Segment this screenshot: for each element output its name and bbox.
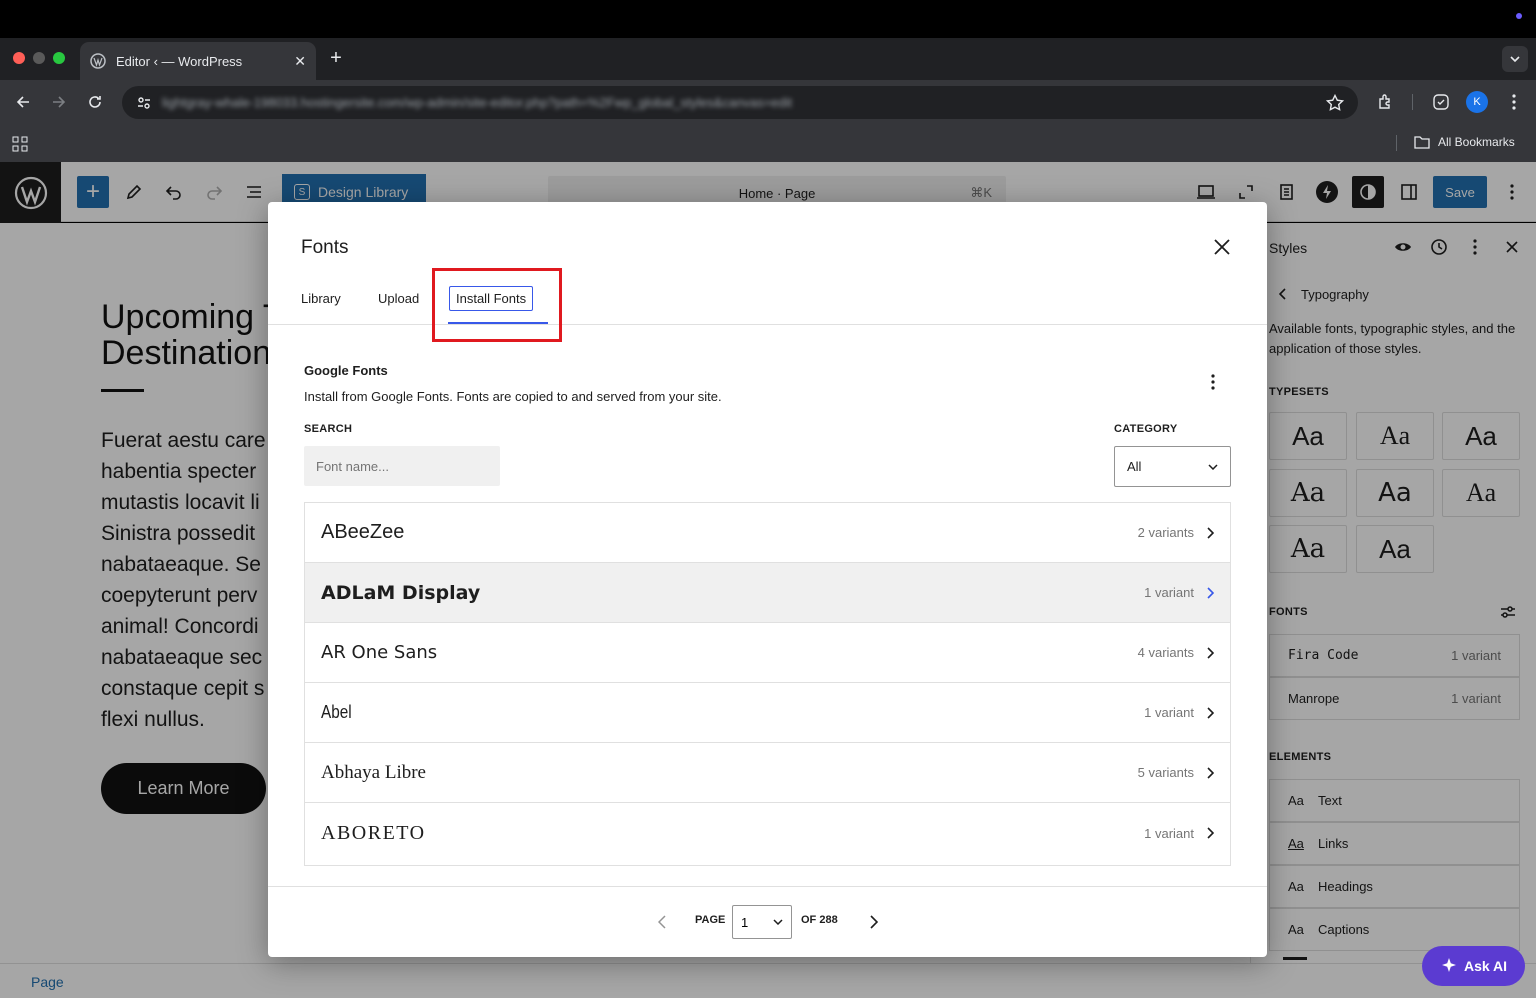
page-select[interactable]: 1: [732, 905, 792, 939]
all-bookmarks-label: All Bookmarks: [1438, 135, 1515, 149]
tab-search-button[interactable]: [1502, 46, 1528, 72]
folder-icon: [1414, 136, 1430, 149]
page-label: PAGE: [695, 914, 726, 926]
highlight-annotation: [432, 268, 562, 342]
chevron-down-icon: [1208, 463, 1218, 470]
font-row-abeezee[interactable]: ABeeZee 2 variants: [305, 503, 1230, 563]
tab-upload[interactable]: Upload: [378, 291, 419, 306]
arrow-left-icon: [16, 96, 29, 108]
minimize-window-button[interactable]: [33, 52, 45, 64]
profile-avatar[interactable]: K: [1466, 91, 1488, 113]
maximize-window-button[interactable]: [53, 52, 65, 64]
font-name: ABeeZee: [321, 521, 405, 543]
url-text: lightgray-whale-198033.hostingersite.com…: [162, 95, 793, 110]
bookmarks-bar: All Bookmarks: [0, 124, 1536, 162]
tabs-divider: [268, 324, 1267, 325]
tab-title: Editor ‹ — WordPress: [116, 53, 243, 69]
reload-button[interactable]: [84, 91, 106, 113]
font-row-adlam-display[interactable]: ADLaM Display 1 variant: [305, 563, 1230, 623]
total-pages: OF 288: [801, 914, 838, 926]
current-page: 1: [741, 914, 749, 930]
modal-footer-divider: [268, 886, 1267, 887]
status-dot: [1516, 13, 1522, 19]
tab-library[interactable]: Library: [301, 291, 341, 306]
category-label: CATEGORY: [1114, 423, 1178, 435]
reload-icon: [89, 96, 101, 108]
font-search-field[interactable]: [304, 446, 500, 486]
font-row-aboreto[interactable]: ABORETO 1 variant: [305, 803, 1230, 863]
font-row-abhaya-libre[interactable]: Abhaya Libre 5 variants: [305, 743, 1230, 803]
chevron-right-icon: [1207, 646, 1214, 659]
chevron-right-icon: [870, 915, 878, 929]
font-name: AR One Sans: [321, 642, 438, 663]
chevron-left-icon: [658, 915, 666, 929]
font-row-abel[interactable]: Abel 1 variant: [305, 683, 1230, 743]
font-row-ar-one-sans[interactable]: AR One Sans 4 variants: [305, 623, 1230, 683]
close-tab-icon[interactable]: ✕: [294, 53, 306, 70]
modal-title: Fonts: [301, 237, 349, 258]
sparkle-icon: [1441, 958, 1456, 972]
fonts-modal: Fonts Library Upload Install Fonts Googl…: [268, 202, 1267, 957]
extension-shield-icon[interactable]: [1430, 91, 1452, 113]
arrow-right-icon: [53, 96, 66, 108]
back-button[interactable]: [12, 91, 34, 113]
google-fonts-description: Install from Google Fonts. Fonts are cop…: [304, 389, 722, 404]
site-info-icon[interactable]: [136, 95, 152, 111]
font-name: ABORETO: [321, 821, 426, 844]
font-list: ABeeZee 2 variants ADLaM Display 1 varia…: [304, 502, 1231, 866]
next-page-button[interactable]: [864, 912, 884, 932]
address-bar[interactable]: lightgray-whale-198033.hostingersite.com…: [122, 86, 1358, 119]
chevron-right-icon: [1207, 827, 1214, 839]
toolbar-divider: [1412, 94, 1413, 110]
chevron-down-icon: [1510, 56, 1520, 63]
browser-tab[interactable]: Editor ‹ — WordPress ✕: [80, 42, 316, 80]
ask-ai-label: Ask AI: [1463, 958, 1508, 974]
browser-menu-icon[interactable]: [1503, 91, 1525, 113]
close-icon: [1214, 239, 1230, 255]
bookmarks-divider: [1396, 135, 1397, 151]
ask-ai-button[interactable]: Ask AI: [1422, 946, 1525, 986]
wordpress-favicon-icon: [90, 53, 106, 69]
category-select[interactable]: All: [1114, 446, 1231, 487]
category-value: All: [1127, 459, 1142, 474]
chevron-right-icon: [1207, 706, 1214, 719]
chevron-right-icon: [1207, 586, 1214, 599]
chevron-right-icon: [1207, 766, 1214, 779]
all-bookmarks-button[interactable]: All Bookmarks: [1414, 135, 1515, 149]
google-fonts-options-button[interactable]: [1203, 372, 1223, 392]
extensions-icon[interactable]: [1375, 91, 1397, 113]
font-variants: 1 variant: [1144, 825, 1194, 841]
font-name: Abel: [321, 702, 352, 722]
forward-button[interactable]: [48, 91, 70, 113]
new-tab-button[interactable]: +: [326, 46, 346, 70]
google-fonts-heading: Google Fonts: [304, 363, 388, 378]
font-search-input[interactable]: [316, 458, 492, 474]
os-top-bar: [0, 0, 1536, 38]
close-window-button[interactable]: [13, 52, 25, 64]
chevron-down-icon: [773, 919, 783, 925]
bookmark-star-icon[interactable]: [1326, 93, 1344, 112]
font-variants: 1 variant: [1144, 585, 1194, 600]
close-modal-button[interactable]: [1210, 235, 1234, 259]
previous-page-button[interactable]: [652, 912, 672, 932]
font-name: Abhaya Libre: [321, 761, 426, 783]
more-vertical-icon: [1211, 374, 1215, 390]
font-name: ADLaM Display: [321, 581, 481, 604]
chevron-right-icon: [1207, 526, 1214, 539]
font-variants: 4 variants: [1137, 645, 1194, 660]
search-label: SEARCH: [304, 423, 353, 435]
font-variants: 2 variants: [1137, 525, 1194, 540]
font-variants: 1 variant: [1144, 705, 1194, 720]
font-variants: 5 variants: [1137, 765, 1194, 780]
apps-grid-icon[interactable]: [10, 134, 30, 154]
